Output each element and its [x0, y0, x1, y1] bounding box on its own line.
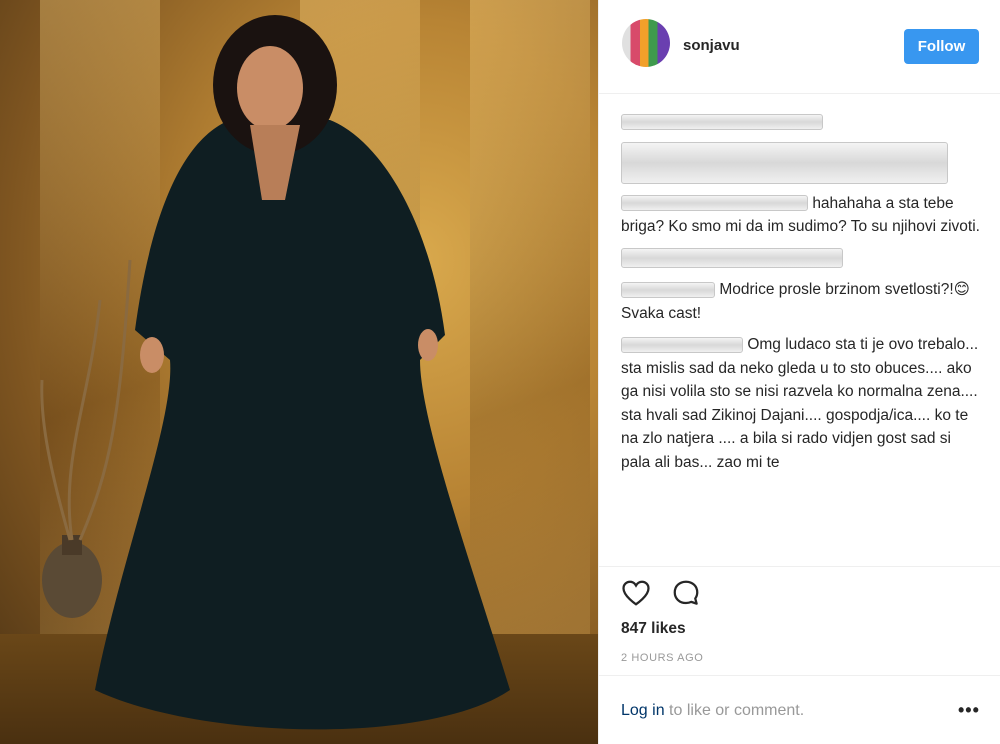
comment: Modrice prosle brzinom svetlosti?!😊 Svak…: [621, 278, 981, 325]
likes-count[interactable]: 847 likes: [621, 620, 686, 638]
comment: Omg ludaco sta ti je ovo trebalo... sta …: [621, 333, 981, 474]
redacted-comment: [621, 141, 948, 184]
avatar[interactable]: [622, 19, 670, 67]
post-timestamp: 2 HOURS AGO: [621, 652, 704, 664]
comment: hahahaha a sta tebe briga? Ko smo mi da …: [621, 192, 981, 239]
comment-text: Omg ludaco sta ti je ovo trebalo... sta …: [621, 336, 979, 471]
redacted-username[interactable]: [621, 195, 808, 212]
redacted-username[interactable]: [621, 281, 715, 298]
more-icon[interactable]: •••: [958, 700, 980, 721]
comment: [621, 141, 981, 184]
divider: [599, 675, 1000, 676]
post-header: sonjavu Follow: [599, 0, 1000, 94]
photo-figure-illustration: [40, 15, 510, 730]
post-sidebar: sonjavu Follow hahahaha a sta tebe briga…: [598, 0, 1000, 744]
heart-icon[interactable]: [621, 578, 651, 613]
redacted-comment: [621, 248, 843, 269]
login-prompt: Log in to like or comment.: [621, 702, 804, 720]
follow-button[interactable]: Follow: [904, 29, 979, 64]
redacted-comment: [621, 113, 823, 130]
redacted-username[interactable]: [621, 336, 743, 353]
login-suffix: to like or comment.: [664, 702, 805, 719]
divider: [599, 566, 1000, 567]
comment: [621, 247, 981, 271]
login-link[interactable]: Log in: [621, 702, 665, 719]
comments-list: hahahaha a sta tebe briga? Ko smo mi da …: [621, 110, 981, 482]
comment-icon[interactable]: [671, 578, 701, 613]
post-photo[interactable]: [0, 0, 598, 744]
comment: [621, 110, 981, 134]
username-link[interactable]: sonjavu: [683, 37, 740, 54]
